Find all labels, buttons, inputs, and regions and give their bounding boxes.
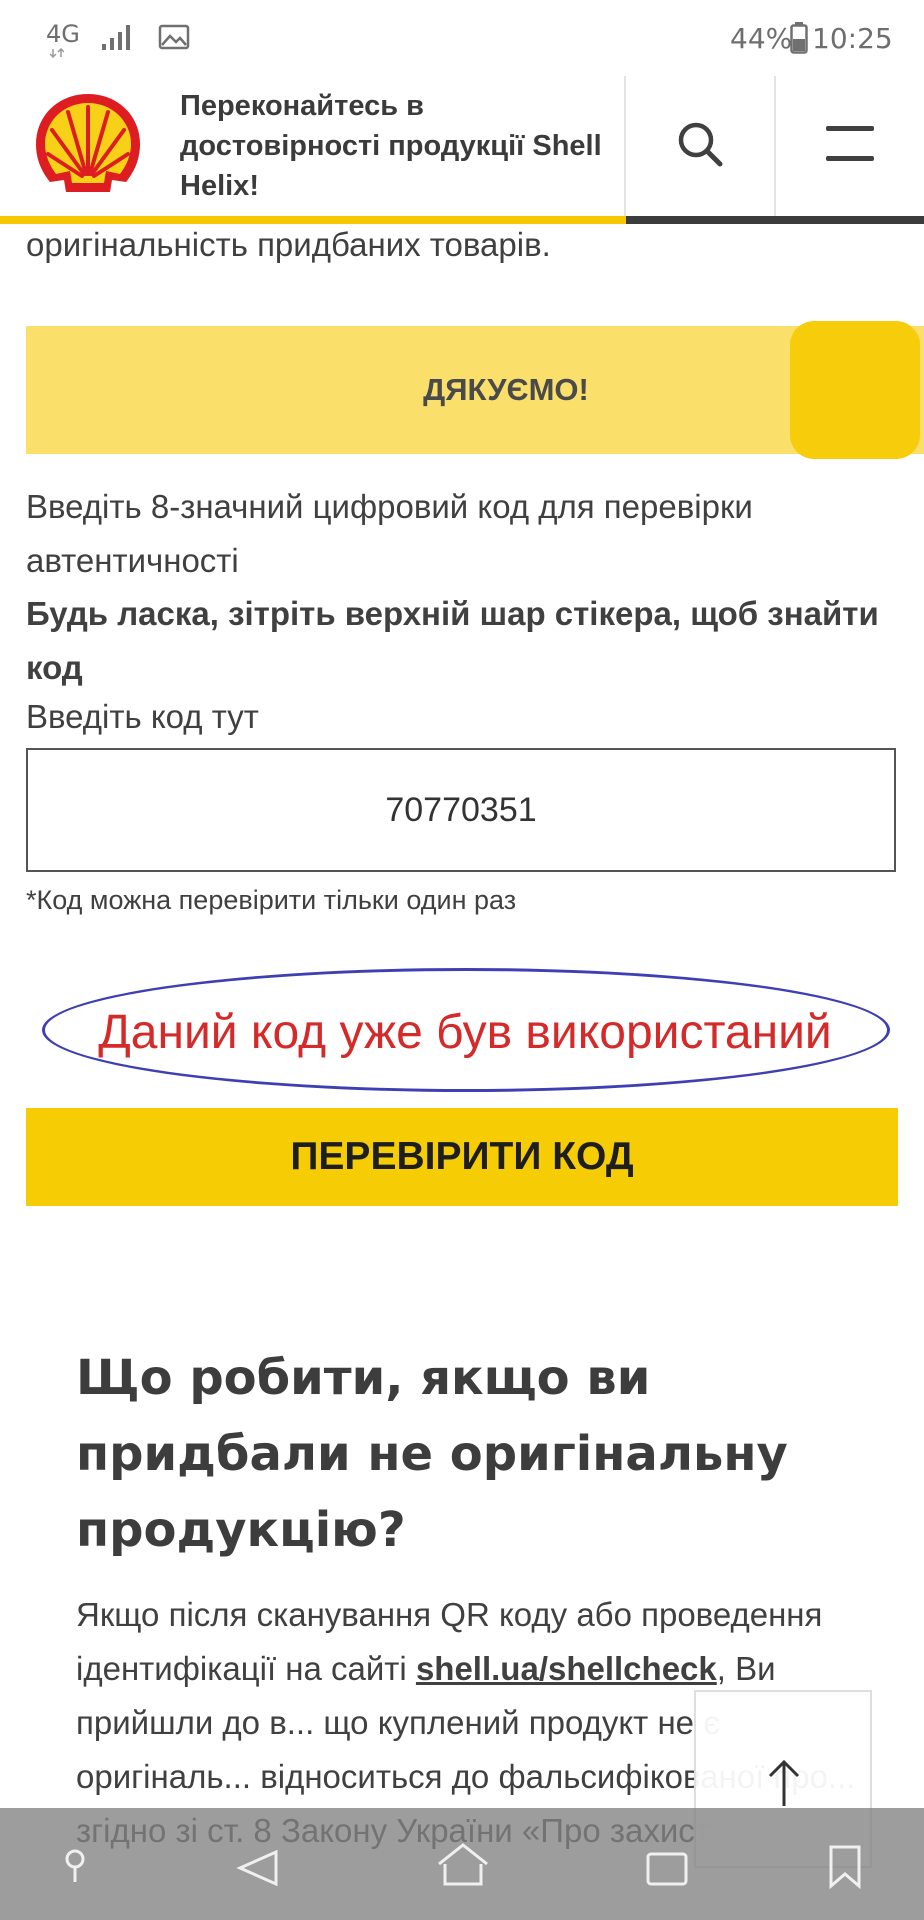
status-bar: 4G 44% 10:25 — [0, 0, 924, 76]
arrow-up-icon — [768, 1759, 800, 1806]
code-input[interactable] — [26, 748, 896, 872]
slider-handle[interactable] — [790, 321, 920, 459]
navigation-bar — [0, 1808, 924, 1920]
header-title: Переконайтесь в достовірності продукції … — [180, 90, 602, 202]
code-input-label: Введіть код тут — [26, 698, 259, 735]
signal-strength-icon — [102, 25, 130, 50]
search-icon — [678, 122, 723, 167]
instruction-text: Введіть 8-значний цифровий код для перев… — [26, 488, 753, 579]
home-icon[interactable] — [436, 1842, 490, 1886]
intro-text-tail: оригінальність придбаних товарів. — [26, 226, 551, 263]
menu-button[interactable] — [776, 76, 924, 216]
battery-level: 44% — [730, 22, 793, 55]
error-message: Даний код уже був використаний — [98, 1006, 832, 1059]
code-note: *Код можна перевірити тільки один раз — [26, 885, 517, 915]
assistant-pin-icon[interactable] — [60, 1848, 90, 1884]
data-activity-icon — [50, 48, 64, 58]
image-notification-icon — [158, 24, 190, 50]
site-header: Переконайтесь в достовірності продукції … — [0, 76, 924, 224]
section-heading: Що робити, якщо ви придбали не оригіналь… — [76, 1350, 788, 1558]
scratch-instruction: Будь ласка, зітріть верхній шар стікера,… — [26, 595, 879, 686]
back-icon[interactable] — [236, 1848, 280, 1888]
network-type: 4G — [46, 20, 80, 48]
shell-logo[interactable] — [30, 90, 146, 200]
bookmark-icon[interactable] — [828, 1844, 862, 1890]
hamburger-menu-icon — [826, 126, 874, 161]
search-button[interactable] — [626, 76, 774, 216]
check-code-button[interactable]: ПЕРЕВІРИТИ КОД — [26, 1108, 898, 1206]
recent-apps-icon[interactable] — [644, 1848, 690, 1888]
clock: 10:25 — [812, 22, 893, 55]
battery-icon — [790, 22, 808, 54]
shellcheck-link[interactable]: shell.ua/shellcheck — [416, 1650, 717, 1687]
